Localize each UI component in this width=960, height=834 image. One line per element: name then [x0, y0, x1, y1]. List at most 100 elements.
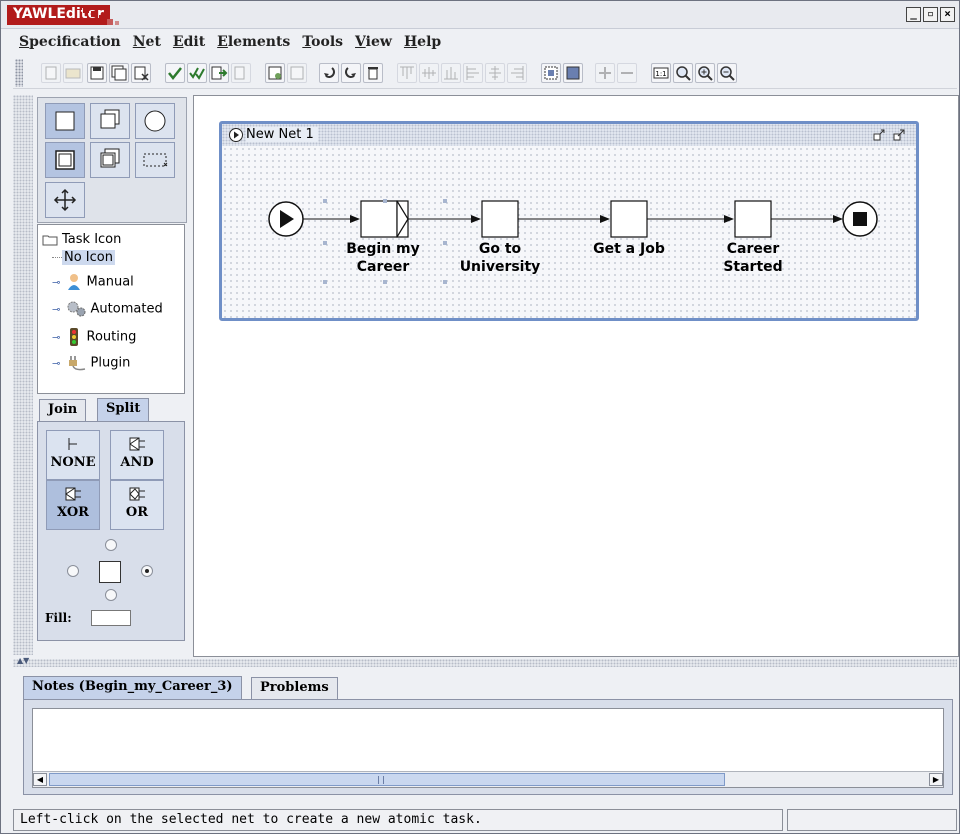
minimize-button[interactable]: _ — [906, 7, 921, 22]
position-bottom-radio[interactable] — [105, 589, 117, 601]
tree-root[interactable]: Task Icon — [42, 231, 121, 249]
status-bar-message: Left-click on the selected net to create… — [13, 809, 783, 831]
task-begin-my-career[interactable] — [360, 200, 409, 238]
output-condition[interactable] — [842, 201, 878, 237]
maximize-button[interactable]: ▫ — [923, 7, 938, 22]
toolbar-grip[interactable] — [15, 59, 23, 87]
menu-tools[interactable]: Tools — [296, 31, 349, 55]
zoom-actual-button[interactable] — [563, 63, 583, 83]
multiple-composite-task-tool[interactable] — [90, 142, 130, 178]
align-right-icon — [511, 66, 524, 80]
zoom-in-button[interactable] — [695, 63, 715, 83]
undo-button[interactable] — [319, 63, 339, 83]
menu-elements[interactable]: Elements — [211, 31, 296, 55]
task-career-started[interactable] — [734, 200, 772, 238]
title-bar[interactable]: YAWLEditor _ ▫ × — [1, 1, 959, 29]
input-condition[interactable] — [268, 201, 304, 237]
marquee-select-tool[interactable] — [135, 142, 175, 178]
redo-button[interactable] — [341, 63, 361, 83]
multiple-atomic-task-tool[interactable] — [45, 142, 85, 178]
task-go-to-university[interactable] — [481, 200, 519, 238]
tab-notes[interactable]: Notes (Begin_my_Career_3) — [23, 676, 242, 700]
open-spec-button[interactable] — [63, 63, 83, 83]
analyse-button[interactable] — [187, 63, 207, 83]
net-graph-area[interactable]: Begin my Career Go to University Get a J… — [222, 146, 916, 318]
palette-grip[interactable] — [13, 95, 33, 655]
marquee-icon — [143, 153, 168, 167]
split-xor-button[interactable]: XOR — [46, 480, 100, 530]
position-right-radio[interactable] — [141, 565, 153, 577]
task-label-get-a-job[interactable]: Get a Job — [574, 240, 684, 258]
tab-split[interactable]: Split — [97, 398, 150, 422]
export-button[interactable] — [209, 63, 229, 83]
tree-item-automated[interactable]: ⊸ Automated — [52, 300, 163, 318]
tree-item-routing[interactable]: ⊸ Routing — [52, 327, 136, 346]
restore-frame-icon[interactable] — [872, 128, 886, 142]
delete-button[interactable] — [363, 63, 383, 83]
menu-edit[interactable]: Edit — [167, 31, 211, 55]
tree-item-plugin[interactable]: ⊸ Plugin — [52, 354, 130, 372]
task-label-go-to-university[interactable]: Go to University — [445, 240, 555, 276]
notes-horizontal-scrollbar[interactable]: ◀ ▶ — [33, 771, 943, 787]
notes-text-area[interactable]: ◀ ▶ — [32, 708, 944, 788]
scroll-left-icon[interactable]: ◀ — [33, 773, 47, 786]
align-right-button[interactable] — [507, 63, 527, 83]
menu-view[interactable]: View — [349, 31, 398, 55]
menu-net[interactable]: Net — [127, 31, 167, 55]
align-bottom-button[interactable] — [441, 63, 461, 83]
task-label-career-started[interactable]: Career Started — [698, 240, 808, 276]
decrease-size-button[interactable] — [617, 63, 637, 83]
fit-zoom-button[interactable] — [673, 63, 693, 83]
element-palette — [37, 97, 187, 223]
remove-net-button[interactable] — [287, 63, 307, 83]
align-top-icon — [400, 66, 414, 79]
tree-item-manual[interactable]: ⊸ Manual — [52, 273, 134, 291]
scroll-thumb[interactable] — [49, 773, 725, 786]
pane-splitter[interactable]: ▲▼ — [13, 656, 957, 667]
drag-move-tool[interactable] — [45, 182, 85, 218]
tree-expand-icon: ⊸ — [52, 277, 61, 289]
new-spec-button[interactable] — [41, 63, 61, 83]
position-left-radio[interactable] — [67, 565, 79, 577]
zoom-selected-button[interactable] — [541, 63, 561, 83]
save-button[interactable] — [87, 63, 107, 83]
split-or-button[interactable]: OR — [110, 480, 164, 530]
menu-specification[interactable]: Specification — [13, 31, 127, 55]
notes-panel: ◀ ▶ — [23, 699, 953, 795]
position-preview-square — [99, 561, 121, 583]
zoom-out-button[interactable] — [717, 63, 737, 83]
composite-task-tool[interactable] — [90, 103, 130, 139]
close-button[interactable]: × — [940, 7, 955, 22]
fill-color-swatch[interactable] — [91, 610, 131, 626]
maximize-frame-icon[interactable] — [892, 128, 906, 142]
close-spec-button[interactable] — [131, 63, 151, 83]
task-get-a-job[interactable] — [610, 200, 648, 238]
save-as-button[interactable] — [109, 63, 129, 83]
net-internal-frame[interactable]: New Net 1 Begin my Career Go to Universi… — [219, 121, 919, 321]
tree-item-no-icon[interactable]: No Icon — [52, 249, 115, 267]
actual-size-button[interactable]: 1:1 — [651, 63, 671, 83]
align-center-button[interactable] — [485, 63, 505, 83]
net-title-bar[interactable]: New Net 1 — [222, 124, 916, 146]
tab-problems[interactable]: Problems — [251, 677, 338, 699]
double-check-icon — [189, 67, 205, 80]
align-top-button[interactable] — [397, 63, 417, 83]
open-folder-icon — [65, 68, 81, 79]
increase-size-button[interactable] — [595, 63, 615, 83]
import-button[interactable] — [231, 63, 251, 83]
validate-button[interactable] — [165, 63, 185, 83]
condition-tool[interactable] — [135, 103, 175, 139]
scroll-right-icon[interactable]: ▶ — [929, 773, 943, 786]
splitter-arrows-icon[interactable]: ▲▼ — [17, 656, 29, 665]
task-label-begin-my-career[interactable]: Begin my Career — [328, 240, 438, 276]
align-middle-button[interactable] — [419, 63, 439, 83]
align-left-button[interactable] — [463, 63, 483, 83]
menu-help[interactable]: Help — [398, 31, 447, 55]
position-top-radio[interactable] — [105, 539, 117, 551]
atomic-task-tool[interactable] — [45, 103, 85, 139]
split-and-button[interactable]: AND — [110, 430, 164, 480]
tab-join[interactable]: Join — [39, 399, 87, 421]
tree-item-label: Manual — [86, 274, 134, 290]
split-none-button[interactable]: NONE — [46, 430, 100, 480]
create-net-button[interactable] — [265, 63, 285, 83]
